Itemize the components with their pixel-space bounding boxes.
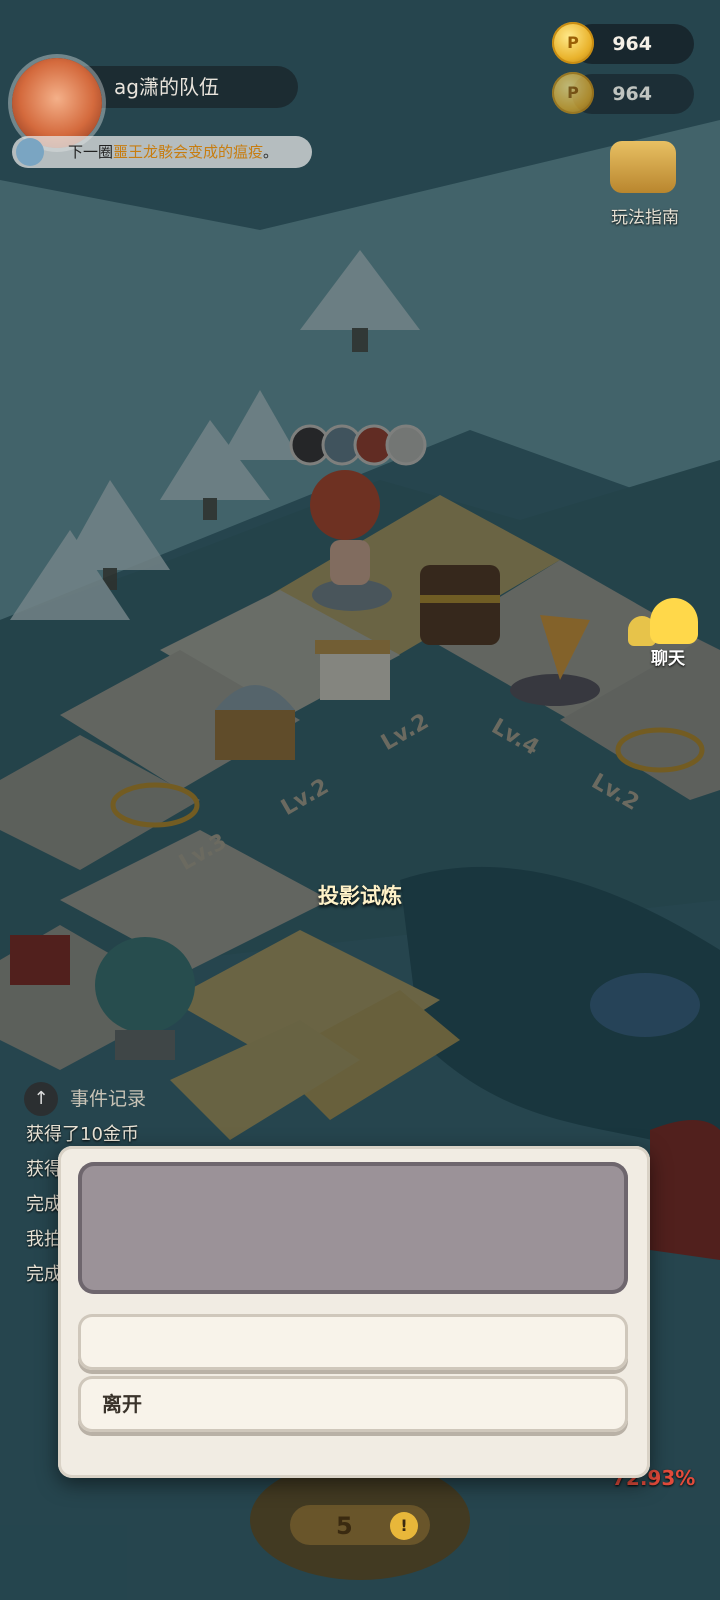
event-log-line: 获得 (26, 1159, 62, 1180)
guide-button[interactable]: 玩法指南 (600, 135, 690, 228)
next-round-text: 下一圈噩王龙骸会变成的瘟疫。 (68, 136, 278, 168)
chat-button[interactable]: 聊天 (628, 598, 708, 672)
player-avatar[interactable] (12, 58, 102, 148)
dice-value: 5 (336, 1512, 353, 1540)
event-log-line: 我拍 (26, 1229, 62, 1250)
trial-label: 投影试炼 (318, 884, 402, 908)
next-round-banner: 下一圈噩王龙骸会变成的瘟疫。 (12, 136, 312, 168)
team-name: ag潇的队伍 (114, 75, 219, 99)
info-icon[interactable]: ! (390, 1512, 418, 1540)
guide-label: 玩法指南 (611, 208, 679, 228)
next-round-suffix: 。 (263, 143, 279, 161)
silver-coin-icon: P (552, 72, 594, 114)
leave-button[interactable]: 离开 (78, 1376, 628, 1432)
event-log-line: 获得了10金币 (26, 1124, 139, 1145)
coin-count-primary: 964 (612, 33, 652, 55)
next-round-prefix: 下一圈 (68, 143, 114, 161)
dialog-message-box (78, 1162, 628, 1294)
event-dialog: 离开 (58, 1146, 650, 1478)
dice-counter[interactable]: 5 ! (296, 1508, 426, 1544)
event-log-line: 完成 (26, 1264, 62, 1285)
next-round-highlight: 噩王龙骸会变成的瘟疫 (113, 143, 264, 161)
coin-count-secondary: 964 (612, 83, 652, 105)
chat-ghost-icon (650, 598, 698, 644)
event-log-toggle[interactable]: ↑ 事件记录 (24, 1080, 164, 1118)
arrow-up-icon: ↑ (24, 1082, 58, 1116)
gold-coin-icon: P (552, 22, 594, 64)
team-name-pill[interactable]: ag潇的队伍 (68, 66, 298, 108)
event-log-line: 完成 (26, 1194, 62, 1215)
leave-button-label: 离开 (102, 1392, 142, 1416)
banner-mascot-icon (16, 138, 44, 166)
guide-book-icon (610, 141, 676, 193)
dialog-option-1-button[interactable] (78, 1314, 628, 1370)
chat-label: 聊天 (651, 649, 685, 669)
event-log-title: 事件记录 (70, 1088, 147, 1110)
